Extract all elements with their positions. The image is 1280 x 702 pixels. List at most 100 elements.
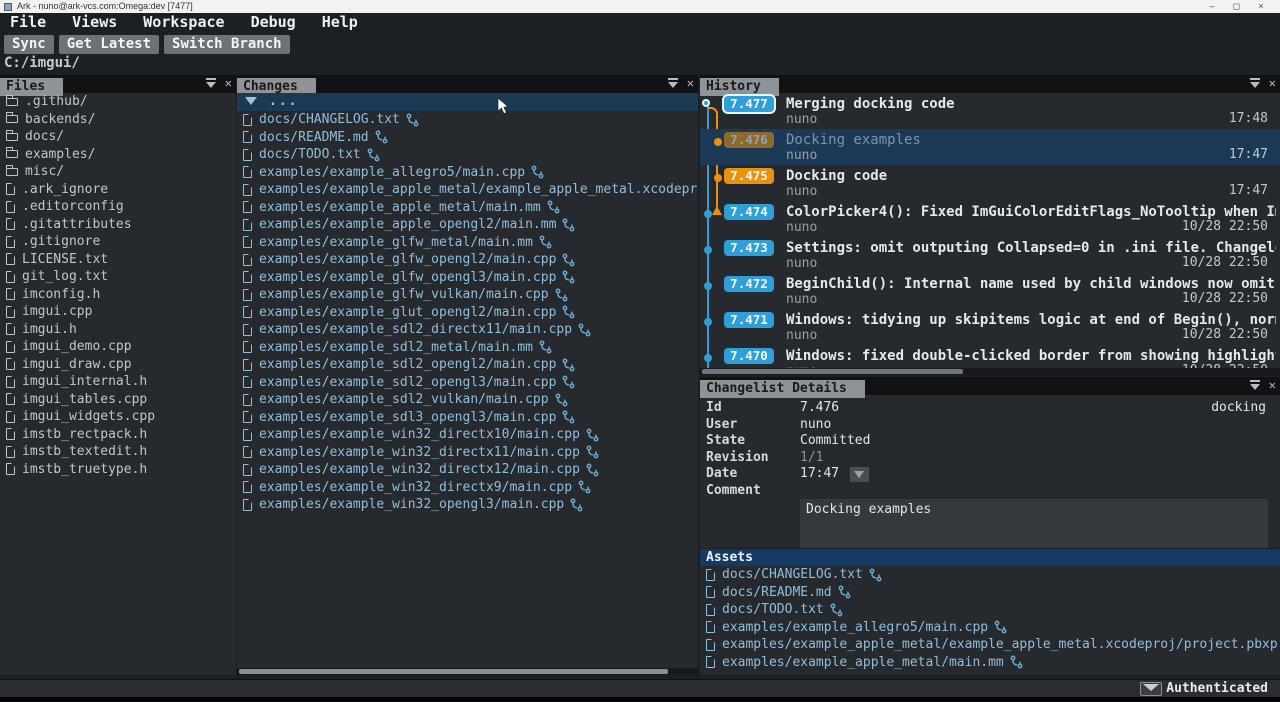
asset-row[interactable]: examples/example_apple_metal/main.mm xyxy=(700,654,1280,672)
file-row[interactable]: LICENSE.txt xyxy=(0,251,236,269)
menu-item[interactable]: Workspace xyxy=(143,13,224,31)
changed-file-row[interactable]: examples/example_apple_metal/example_app… xyxy=(237,181,698,199)
file-row[interactable]: .editorconfig xyxy=(0,198,236,216)
revision-dropdown[interactable] xyxy=(850,467,869,482)
branch-icon xyxy=(531,165,544,179)
toolbar-button[interactable]: Sync xyxy=(4,35,54,54)
file-row[interactable]: imgui_tables.cpp xyxy=(0,391,236,409)
asset-row[interactable]: docs/README.md xyxy=(700,584,1280,602)
file-icon xyxy=(706,621,715,633)
toolbar-button[interactable]: Get Latest xyxy=(59,35,159,54)
file-row[interactable]: imgui.h xyxy=(0,321,236,339)
changed-file-row[interactable]: examples/example_glfw_vulkan/main.cpp xyxy=(237,286,698,304)
menu-item[interactable]: File xyxy=(10,13,46,31)
filter-icon[interactable] xyxy=(1249,77,1261,89)
file-row[interactable]: .gitattributes xyxy=(0,216,236,234)
file-row[interactable]: .github/ xyxy=(0,93,236,111)
changed-file-path: docs/README.md xyxy=(259,130,369,145)
file-row[interactable]: git_log.txt xyxy=(0,268,236,286)
file-row[interactable]: imstb_truetype.h xyxy=(0,461,236,479)
menu-item[interactable]: Help xyxy=(322,13,358,31)
file-row[interactable]: examples/ xyxy=(0,146,236,164)
commit-row[interactable]: 7.473 Settings: omit outputing Collapsed… xyxy=(700,237,1280,273)
commit-row[interactable]: 7.472 BeginChild(): Internal name used b… xyxy=(700,273,1280,309)
changed-file-row[interactable]: examples/example_sdl2_opengl3/main.cpp xyxy=(237,374,698,392)
commit-author: nuno xyxy=(786,113,1280,129)
asset-row[interactable]: docs/TODO.txt xyxy=(700,601,1280,619)
asset-row[interactable]: examples/example_apple_metal/example_app… xyxy=(700,636,1280,654)
file-row[interactable]: imgui_demo.cpp xyxy=(0,338,236,356)
file-icon xyxy=(6,341,15,353)
changes-root-row[interactable]: ... xyxy=(237,93,698,111)
file-icon xyxy=(6,358,15,370)
history-hscrollbar[interactable] xyxy=(700,368,1280,375)
changed-file-row[interactable]: docs/CHANGELOG.txt xyxy=(237,111,698,129)
file-row[interactable]: imgui.cpp xyxy=(0,303,236,321)
minimize-button[interactable]: – xyxy=(1201,0,1223,13)
scrollbar-thumb[interactable] xyxy=(702,369,963,374)
scrollbar-thumb[interactable] xyxy=(239,669,668,674)
changed-file-row[interactable]: examples/example_sdl2_vulkan/main.cpp xyxy=(237,391,698,409)
changed-file-row[interactable]: examples/example_apple_opengl2/main.mm xyxy=(237,216,698,234)
changed-file-row[interactable]: examples/example_sdl2_directx11/main.cpp xyxy=(237,321,698,339)
changed-file-row[interactable]: examples/example_win32_directx12/main.cp… xyxy=(237,461,698,479)
commit-row[interactable]: 7.477 Merging docking code nuno 17:48 xyxy=(700,93,1280,129)
changed-file-row[interactable]: examples/example_apple_metal/main.mm xyxy=(237,199,698,217)
filter-icon[interactable] xyxy=(1249,379,1261,391)
file-row[interactable]: imconfig.h xyxy=(0,286,236,304)
filter-icon[interactable] xyxy=(667,77,679,89)
commit-row[interactable]: 7.471 Windows: tidying up skipitems logi… xyxy=(700,309,1280,345)
menu-item[interactable]: Debug xyxy=(251,13,296,31)
file-row[interactable]: imgui_draw.cpp xyxy=(0,356,236,374)
details-field-row: StateCommitted xyxy=(706,433,1280,450)
commit-time: 17:47 xyxy=(1229,183,1268,198)
changed-file-row[interactable]: examples/example_win32_directx11/main.cp… xyxy=(237,444,698,462)
file-row[interactable]: imgui_widgets.cpp xyxy=(0,408,236,426)
close-icon[interactable]: ✕ xyxy=(225,77,232,90)
close-icon[interactable]: ✕ xyxy=(687,77,694,90)
toolbar-button[interactable]: Switch Branch xyxy=(164,35,290,54)
file-name: imstb_rectpack.h xyxy=(22,427,147,442)
close-icon[interactable]: ✕ xyxy=(1269,379,1276,392)
changed-file-row[interactable]: examples/example_win32_opengl3/main.cpp xyxy=(237,496,698,514)
commit-row[interactable]: 7.474 ColorPicker4(): Fixed ImGuiColorEd… xyxy=(700,201,1280,237)
maximize-button[interactable]: ◻ xyxy=(1225,0,1247,13)
commit-time: 17:47 xyxy=(1229,147,1268,162)
file-row[interactable]: imstb_rectpack.h xyxy=(0,426,236,444)
filter-icon[interactable] xyxy=(205,77,217,89)
changes-hscrollbar[interactable] xyxy=(237,668,698,675)
file-row[interactable]: imgui_internal.h xyxy=(0,373,236,391)
changed-file-row[interactable]: examples/example_win32_directx9/main.cpp xyxy=(237,479,698,497)
changed-file-row[interactable]: examples/example_sdl2_opengl2/main.cpp xyxy=(237,356,698,374)
changed-file-row[interactable]: examples/example_glfw_opengl2/main.cpp xyxy=(237,251,698,269)
changed-file-row[interactable]: examples/example_glfw_opengl3/main.cpp xyxy=(237,269,698,287)
chevron-down-icon[interactable] xyxy=(245,97,257,105)
file-row[interactable]: docs/ xyxy=(0,128,236,146)
file-row[interactable]: .ark_ignore xyxy=(0,181,236,199)
changed-file-row[interactable]: examples/example_sdl3_opengl3/main.cpp xyxy=(237,409,698,427)
close-button[interactable]: × xyxy=(1250,0,1272,13)
file-row[interactable]: misc/ xyxy=(0,163,236,181)
commit-row[interactable]: 7.475 Docking code nuno 17:47 xyxy=(700,165,1280,201)
changed-file-row[interactable]: examples/example_win32_directx10/main.cp… xyxy=(237,426,698,444)
changed-file-row[interactable]: docs/README.md xyxy=(237,129,698,147)
changed-file-row[interactable]: docs/TODO.txt xyxy=(237,146,698,164)
close-icon[interactable]: ✕ xyxy=(1269,77,1276,90)
changed-file-row[interactable]: examples/example_glfw_metal/main.mm xyxy=(237,234,698,252)
mail-icon[interactable] xyxy=(1140,682,1162,696)
changed-file-row[interactable]: examples/example_glut_opengl2/main.cpp xyxy=(237,304,698,322)
changed-file-path: examples/example_apple_opengl2/main.mm xyxy=(259,217,556,232)
comment-field[interactable]: Docking examples xyxy=(800,499,1268,548)
changed-file-path: examples/example_glut_opengl2/main.cpp xyxy=(259,305,556,320)
changed-file-row[interactable]: examples/example_allegro5/main.cpp xyxy=(237,164,698,182)
asset-row[interactable]: examples/example_allegro5/main.cpp xyxy=(700,619,1280,637)
commit-row[interactable]: 7.476 Docking examples nuno 17:47 xyxy=(700,129,1280,165)
file-row[interactable]: backends/ xyxy=(0,111,236,129)
asset-row[interactable]: docs/CHANGELOG.txt xyxy=(700,566,1280,584)
changed-file-row[interactable]: examples/example_sdl2_metal/main.mm xyxy=(237,339,698,357)
commit-row[interactable]: 7.470 Windows: fixed double-clicked bord… xyxy=(700,345,1280,368)
file-row[interactable]: .gitignore xyxy=(0,233,236,251)
file-row[interactable]: imstb_textedit.h xyxy=(0,443,236,461)
branch-icon xyxy=(562,375,575,389)
menu-item[interactable]: Views xyxy=(72,13,117,31)
